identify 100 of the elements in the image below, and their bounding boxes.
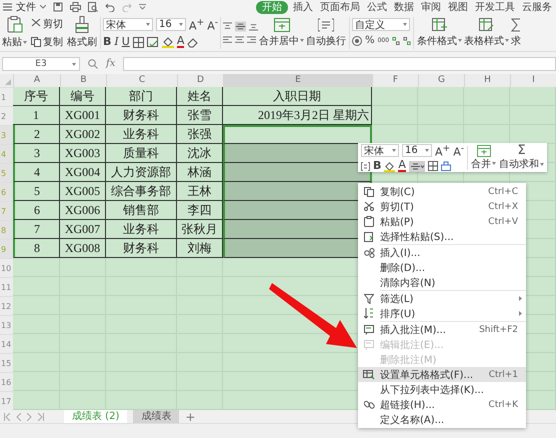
column-header[interactable]: A <box>13 74 60 87</box>
column-header[interactable]: G <box>418 74 464 87</box>
paste-button[interactable]: 粘贴 <box>1 16 28 49</box>
menu-item[interactable]: 定义名称(A)... <box>358 412 526 427</box>
sum-button[interactable]: 求 <box>510 18 522 48</box>
merge-button[interactable]: 合并 <box>471 144 496 170</box>
wrap-text-icon[interactable] <box>361 162 370 171</box>
print-preview-icon[interactable] <box>88 2 98 12</box>
align-left-icon[interactable] <box>223 36 232 44</box>
eraser-icon[interactable] <box>187 36 200 48</box>
font-color-button[interactable]: A <box>398 160 406 172</box>
table-cell: 2 <box>13 125 60 144</box>
align-middle-icon[interactable] <box>408 160 425 172</box>
align-center-icon[interactable] <box>235 36 244 44</box>
menu-item[interactable]: 剪切(T) Ctrl+X <box>358 199 526 214</box>
currency-icon[interactable] <box>352 36 362 46</box>
save-icon[interactable] <box>53 2 63 12</box>
column-header[interactable]: I <box>510 74 556 87</box>
align-top-icon[interactable] <box>223 22 232 30</box>
menu-item[interactable]: 清除内容(N) <box>358 275 526 290</box>
percent-button[interactable]: % <box>365 35 375 47</box>
format-painter-button[interactable]: 格式刷 <box>66 16 98 49</box>
ribbon-tab[interactable]: 插入 <box>291 0 315 14</box>
conditional-format-button[interactable]: 条件格式 <box>416 18 464 48</box>
undo-icon[interactable] <box>105 2 115 12</box>
borders-icon[interactable] <box>428 161 438 172</box>
menu-item[interactable]: 复制(C) Ctrl+C <box>358 184 526 199</box>
column-header[interactable]: C <box>106 74 177 87</box>
menu-item[interactable]: 粘贴(P) Ctrl+V <box>358 214 526 229</box>
more-icon[interactable] <box>139 4 146 10</box>
caret-icon <box>40 5 46 9</box>
menu-item[interactable]: 从下拉列表中选择(K)... <box>358 382 526 397</box>
align-bottom-icon[interactable] <box>249 22 258 30</box>
caret-icon <box>392 149 396 152</box>
align-middle-icon[interactable] <box>235 20 246 32</box>
file-menu[interactable]: 文件 <box>16 0 36 14</box>
merge-center-button[interactable]: 合并居中 <box>258 18 306 48</box>
table-cell: XG006 <box>60 201 106 220</box>
font-size-dropdown[interactable]: 16 <box>402 144 432 157</box>
table-cell: 人力资源部 <box>106 163 177 182</box>
grow-font-button[interactable]: A$^{+}$ <box>435 142 450 158</box>
ribbon-tab[interactable]: 云服务 <box>520 0 554 14</box>
align-right-icon[interactable] <box>247 36 256 44</box>
wrap-text-button[interactable]: 自动换行 <box>305 18 348 48</box>
borders-icon[interactable] <box>132 36 144 48</box>
number-format-dropdown[interactable]: 自定义 <box>352 18 410 31</box>
copy-button[interactable]: 复制 <box>31 34 63 48</box>
menu-item[interactable]: 筛选(L) <box>358 291 526 306</box>
font-dropdown[interactable]: 宋体 <box>103 18 153 31</box>
caret-icon <box>146 23 150 26</box>
fill-color-icon[interactable] <box>384 160 396 172</box>
column-header[interactable]: E <box>223 74 372 87</box>
brush-icon <box>75 16 89 33</box>
caret-icon <box>179 23 183 26</box>
grow-font-button[interactable]: A$^{+}$ <box>189 16 204 32</box>
menu-item[interactable]: 设置单元格格式(F)... Ctrl+1 <box>358 367 526 382</box>
autosum-button[interactable]: Σ 自动求和 <box>499 144 544 171</box>
bold-button[interactable]: B <box>373 160 382 172</box>
increase-decimal-icon[interactable] <box>392 36 400 46</box>
ribbon-tab[interactable]: 开发工具 <box>473 0 517 14</box>
decrease-decimal-icon[interactable] <box>403 36 412 46</box>
sheet-tab[interactable]: 成绩表 <box>133 410 180 423</box>
menu-item[interactable]: 插入批注(M)... Shift+F2 <box>358 322 526 337</box>
shrink-font-button[interactable]: A$^{-}$ <box>207 16 218 32</box>
menu-item[interactable]: 插入(I)... <box>358 245 526 260</box>
cut-button[interactable]: 剪切 <box>31 16 63 30</box>
zoom-icon[interactable] <box>88 58 98 68</box>
link-icon <box>364 399 374 410</box>
cell-style-icon[interactable] <box>146 36 159 48</box>
menu-item[interactable]: 超链接(H)... Ctrl+K <box>358 397 526 412</box>
font-color-button[interactable]: A <box>176 36 184 48</box>
clear-format-icon[interactable] <box>440 161 451 172</box>
column-header[interactable]: F <box>372 74 418 87</box>
bold-button[interactable]: B <box>103 36 112 48</box>
fill-color-icon[interactable] <box>162 36 174 48</box>
menu-icon[interactable] <box>3 3 12 11</box>
table-style-button[interactable]: 表格样式 <box>463 18 510 48</box>
copy-icon <box>364 186 374 196</box>
menu-item[interactable]: 排序(U) <box>358 306 526 321</box>
font-size-dropdown[interactable]: 16 <box>156 18 186 31</box>
menu-item[interactable]: 选择性粘贴(S)... <box>358 229 526 244</box>
add-sheet-button[interactable]: + <box>185 410 196 424</box>
ribbon-tab[interactable]: 数据 <box>392 0 416 14</box>
ribbon-tab[interactable]: 公式 <box>365 0 389 14</box>
table-cell: 8 <box>13 239 60 258</box>
function-button[interactable]: fx <box>106 58 116 69</box>
column-header[interactable]: H <box>464 74 510 87</box>
underline-button[interactable]: U <box>122 36 130 48</box>
menu-item[interactable]: 删除(D)... <box>358 260 526 275</box>
column-header[interactable]: B <box>60 74 106 87</box>
name-box[interactable]: E3 <box>2 56 80 70</box>
print-icon[interactable] <box>70 2 81 12</box>
italic-button[interactable]: I <box>114 36 119 48</box>
shrink-font-button[interactable]: A$^{-}$ <box>453 142 464 158</box>
font-dropdown[interactable]: 宋体 <box>361 144 399 157</box>
sheet-tab[interactable]: 成绩表 (2) <box>64 410 128 423</box>
ribbon-tab[interactable]: 审阅 <box>419 0 443 14</box>
formula-input[interactable] <box>123 56 556 70</box>
ribbon-tab[interactable]: 视图 <box>446 0 470 14</box>
ribbon-tab[interactable]: 页面布局 <box>318 0 362 14</box>
